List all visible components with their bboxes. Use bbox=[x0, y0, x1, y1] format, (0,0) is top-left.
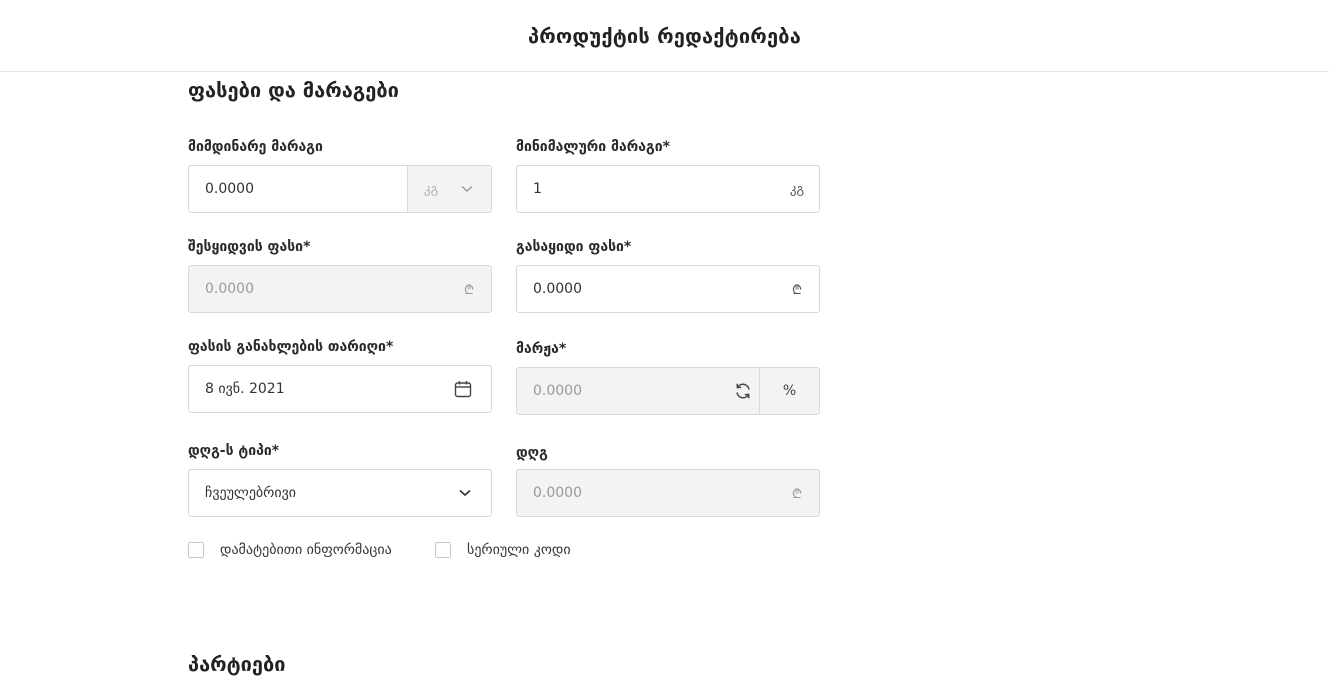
min-stock-field[interactable]: 1 კგ bbox=[516, 165, 820, 213]
purchase-price-value: 0.0000 bbox=[205, 281, 254, 297]
section-title-prices: ფასები და მარაგები bbox=[188, 78, 399, 102]
margin-value: 0.0000 bbox=[533, 383, 582, 399]
price-update-date-value[interactable]: 8 ივნ. 2021 bbox=[189, 381, 435, 397]
current-stock-unit: კგ bbox=[424, 181, 439, 197]
serial-code-label[interactable]: სერიული კოდი bbox=[467, 542, 571, 558]
chevron-down-icon bbox=[461, 185, 473, 193]
percent-unit: % bbox=[759, 368, 819, 414]
serial-code-option[interactable]: სერიული კოდი bbox=[435, 542, 571, 558]
vat-type-select[interactable]: ჩვეულებრივი bbox=[188, 469, 492, 517]
min-stock-value[interactable]: 1 bbox=[517, 181, 775, 197]
vat-type-label: დღგ-ს ტიპი* bbox=[188, 443, 280, 459]
price-update-date-field[interactable]: 8 ივნ. 2021 bbox=[188, 365, 492, 413]
margin-field: 0.0000 % bbox=[516, 367, 820, 415]
lari-currency-icon: ₾ bbox=[463, 283, 475, 298]
current-stock-label: მიმდინარე მარაგი bbox=[188, 139, 323, 155]
sale-price-field[interactable]: 0.0000 ₾ bbox=[516, 265, 820, 313]
additional-info-label[interactable]: დამატებითი ინფორმაცია bbox=[220, 542, 392, 558]
sale-price-value[interactable]: 0.0000 bbox=[517, 281, 775, 297]
min-stock-unit: კგ bbox=[789, 181, 805, 197]
lari-currency-icon: ₾ bbox=[791, 283, 803, 298]
sale-price-label: გასაყიდი ფასი* bbox=[516, 239, 632, 255]
chevron-down-icon[interactable] bbox=[439, 489, 491, 497]
purchase-price-field: 0.0000 ₾ bbox=[188, 265, 492, 313]
serial-code-checkbox[interactable] bbox=[435, 542, 451, 558]
vat-field: 0.0000 ₾ bbox=[516, 469, 820, 517]
current-stock-unit-select[interactable]: კგ bbox=[407, 166, 491, 212]
page-header: პროდუქტის რედაქტირება bbox=[0, 0, 1329, 72]
additional-info-option[interactable]: დამატებითი ინფორმაცია bbox=[188, 542, 392, 558]
page-title: პროდუქტის რედაქტირება bbox=[527, 23, 802, 48]
margin-label: მარჟა* bbox=[516, 341, 567, 357]
lari-currency-icon: ₾ bbox=[791, 487, 803, 502]
min-stock-label: მინიმალური მარაგი* bbox=[516, 139, 670, 155]
current-stock-field[interactable]: 0.0000 კგ bbox=[188, 165, 492, 213]
section-title-batches: პარტიები bbox=[188, 652, 286, 676]
refresh-icon[interactable] bbox=[731, 379, 755, 403]
current-stock-value[interactable]: 0.0000 bbox=[189, 181, 407, 197]
purchase-price-label: შესყიდვის ფასი* bbox=[188, 239, 311, 255]
calendar-icon[interactable] bbox=[435, 380, 491, 398]
additional-info-checkbox[interactable] bbox=[188, 542, 204, 558]
price-update-date-label: ფასის განახლების თარიღი* bbox=[188, 339, 394, 355]
vat-label: დღგ bbox=[516, 445, 548, 461]
vat-type-value[interactable]: ჩვეულებრივი bbox=[189, 485, 439, 501]
vat-value: 0.0000 bbox=[533, 485, 582, 501]
